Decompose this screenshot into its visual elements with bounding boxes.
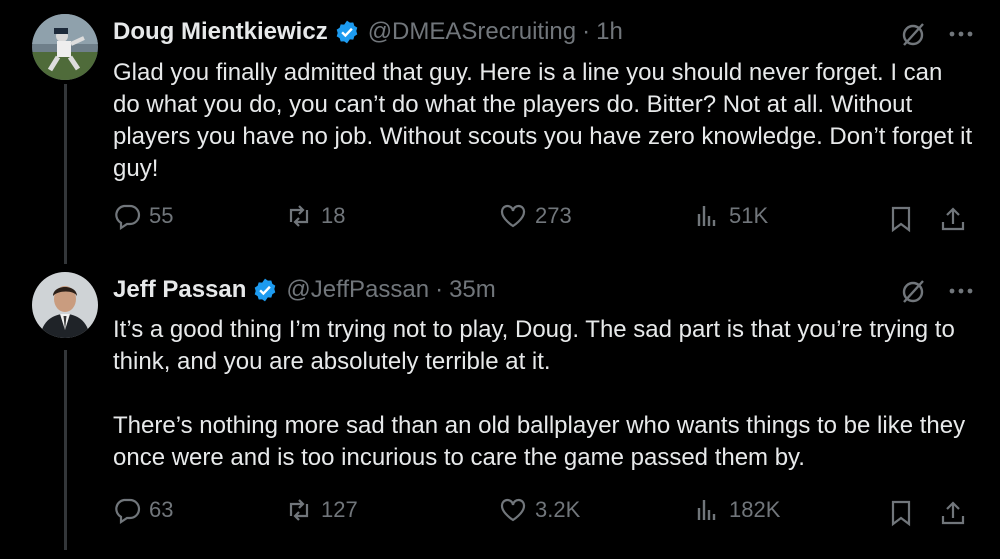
separator-dot: · <box>582 18 591 45</box>
heart-icon <box>500 204 526 228</box>
reply-count: 63 <box>149 497 174 522</box>
share-icon <box>941 501 965 525</box>
heart-icon <box>500 498 526 522</box>
slashed-circle-icon[interactable] <box>899 277 927 310</box>
tweet[interactable]: Doug Mientkiewicz @DMEASrecruiting · 1h … <box>0 0 1000 260</box>
reply-icon <box>115 204 141 230</box>
tweet-paragraph: It’s a good thing I’m trying not to play… <box>113 316 955 375</box>
avatar[interactable] <box>32 272 98 338</box>
repost-button[interactable]: 18 <box>285 202 345 230</box>
separator-dot: · <box>435 276 444 303</box>
tweet-text: It’s a good thing I’m trying not to play… <box>113 314 973 474</box>
reply-button[interactable]: 63 <box>113 496 173 524</box>
views-button[interactable]: 182K <box>693 496 780 524</box>
slashed-circle-icon[interactable] <box>899 20 927 53</box>
repost-icon <box>289 205 309 227</box>
bookmark-icon <box>891 500 911 527</box>
timestamp[interactable]: 1h <box>596 18 623 46</box>
tweet-text: Glad you finally admitted that guy. Here… <box>113 57 973 185</box>
repost-count: 127 <box>321 497 358 522</box>
repost-count: 18 <box>321 203 346 228</box>
like-button[interactable]: 273 <box>499 202 572 230</box>
share-button[interactable] <box>939 205 967 238</box>
views-count: 51K <box>729 203 769 228</box>
like-button[interactable]: 3.2K <box>499 496 580 524</box>
display-name[interactable]: Doug Mientkiewicz <box>113 18 328 46</box>
handle[interactable]: @DMEASrecruiting <box>368 18 576 46</box>
repost-button[interactable]: 127 <box>285 496 358 524</box>
reply-button[interactable]: 55 <box>113 202 173 230</box>
tweet-paragraph: There’s nothing more sad than an old bal… <box>113 412 966 471</box>
bookmark-button[interactable] <box>887 499 915 532</box>
views-button[interactable]: 51K <box>693 202 768 230</box>
verified-badge-icon[interactable] <box>334 19 360 45</box>
timestamp[interactable]: 35m <box>449 276 496 304</box>
tweet-paragraph: Glad you finally admitted that guy. Here… <box>113 59 973 182</box>
bookmark-icon <box>891 206 911 233</box>
share-button[interactable] <box>939 499 967 532</box>
handle[interactable]: @JeffPassan <box>286 276 429 304</box>
views-icon <box>697 206 716 226</box>
tweet-header: Doug Mientkiewicz @DMEASrecruiting · 1h <box>113 18 623 46</box>
display-name[interactable]: Jeff Passan <box>113 276 246 304</box>
verified-badge-icon[interactable] <box>252 277 278 303</box>
avatar[interactable] <box>32 14 98 80</box>
tweet-header: Jeff Passan @JeffPassan · 35m <box>113 276 496 304</box>
reply-icon <box>115 498 141 524</box>
reply-count: 55 <box>149 203 174 228</box>
like-count: 3.2K <box>535 497 581 522</box>
views-icon <box>697 500 716 520</box>
views-count: 182K <box>729 497 781 522</box>
tweet[interactable]: Jeff Passan @JeffPassan · 35m It’s a goo… <box>0 260 1000 559</box>
share-icon <box>941 207 965 231</box>
bookmark-button[interactable] <box>887 205 915 238</box>
like-count: 273 <box>535 203 572 228</box>
action-bar: 63 127 3.2K 182K <box>113 496 973 530</box>
more-icon[interactable] <box>947 20 975 53</box>
action-bar: 55 18 273 51K <box>113 202 973 236</box>
repost-icon <box>289 499 309 521</box>
more-icon[interactable] <box>947 277 975 310</box>
